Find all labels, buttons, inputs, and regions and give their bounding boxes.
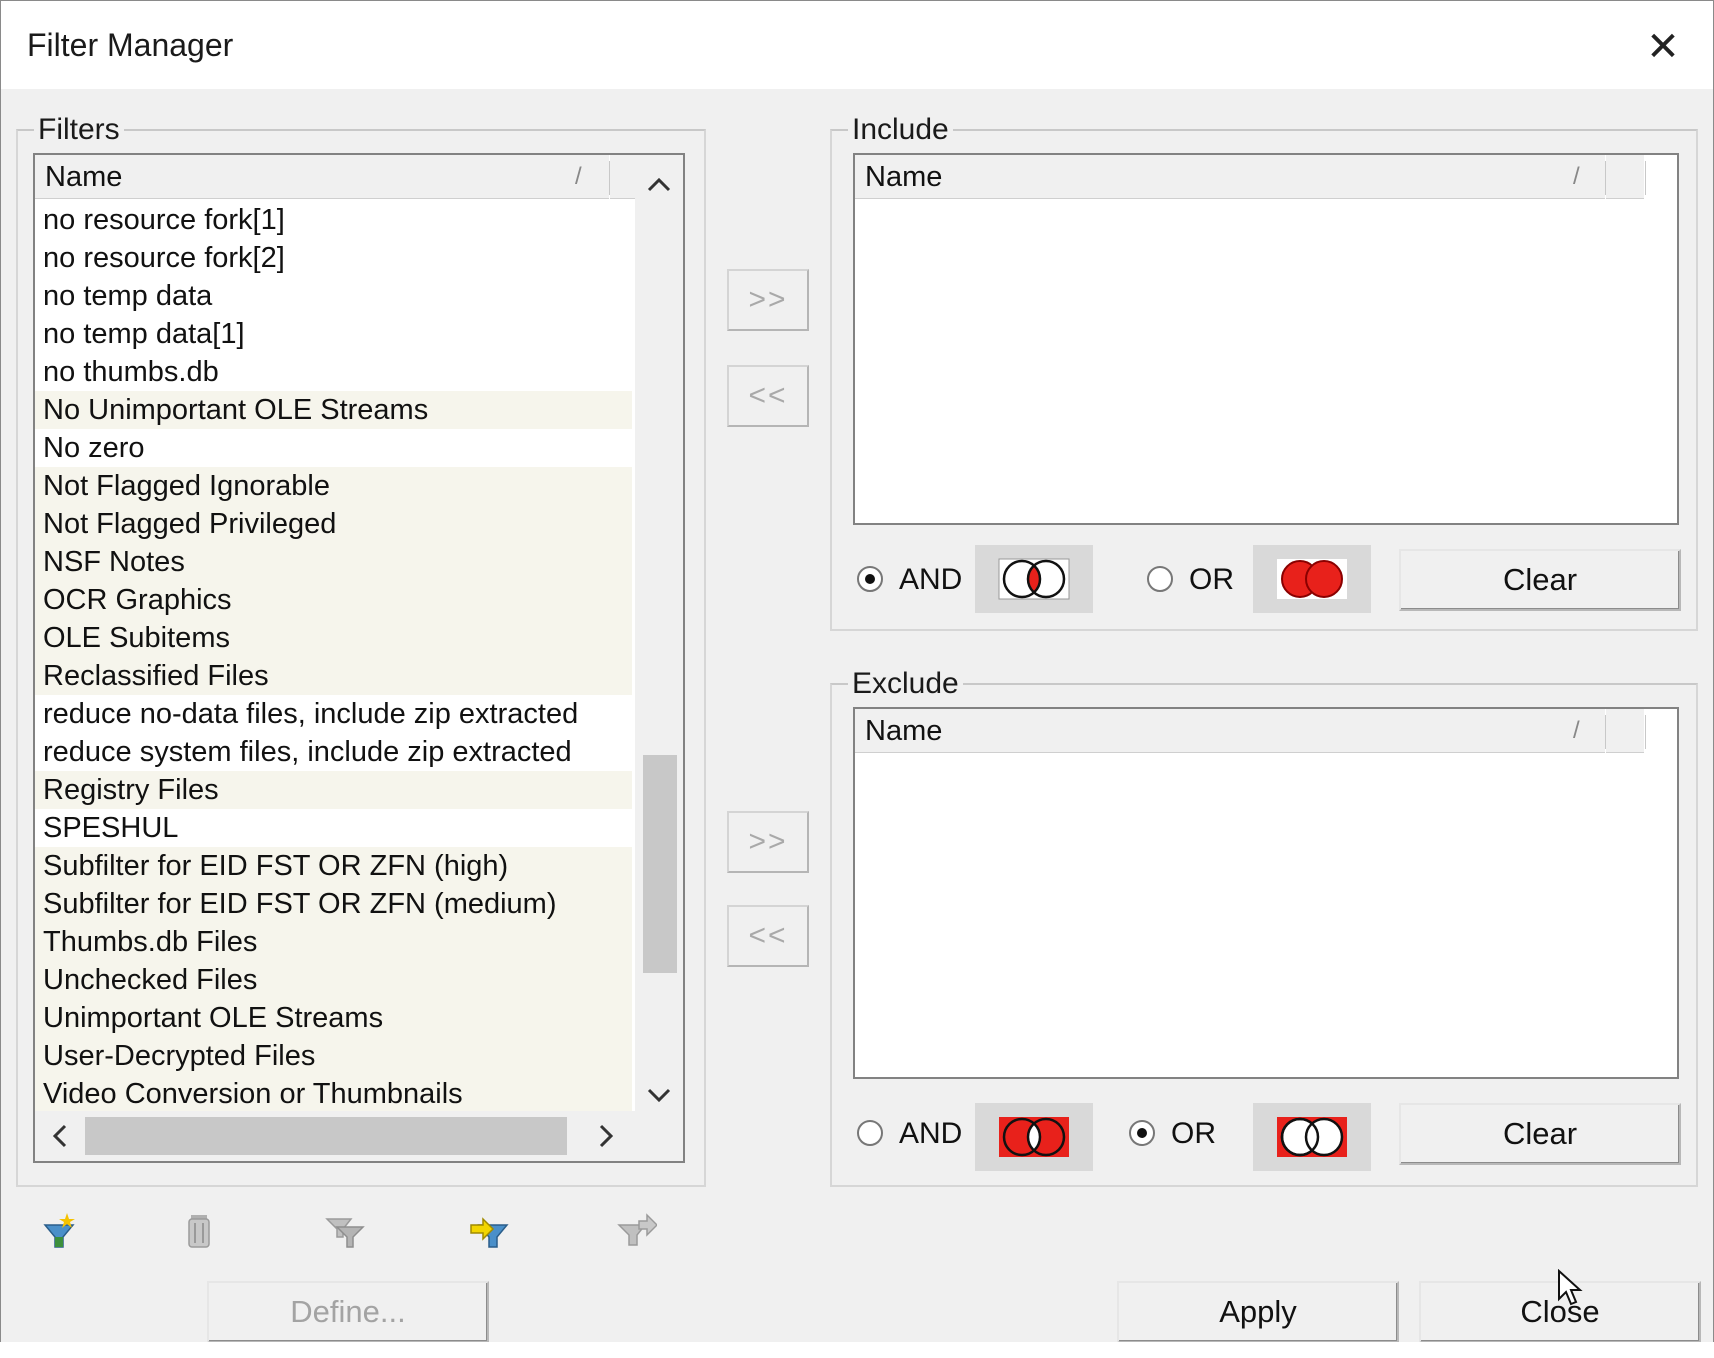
filter-list-item[interactable]: reduce system files, include zip extract… — [35, 733, 632, 771]
exclude-extra-column-header[interactable] — [1606, 709, 1644, 753]
filter-list-item[interactable]: no temp data — [35, 277, 632, 315]
sort-indicator-icon: / — [575, 163, 582, 190]
include-and-label[interactable]: AND — [899, 563, 962, 597]
filter-list-item[interactable]: NSF Notes — [35, 543, 632, 581]
background-window-strip — [0, 1342, 1714, 1358]
exclude-and-radio[interactable] — [857, 1120, 883, 1146]
apply-button[interactable]: Apply — [1117, 1281, 1399, 1343]
include-clear-button[interactable]: Clear — [1399, 549, 1681, 611]
include-and-radio[interactable] — [857, 566, 883, 592]
import-filter-icon[interactable] — [469, 1211, 509, 1251]
filter-list-item[interactable]: Subfilter for EID FST OR ZFN (high) — [35, 847, 632, 885]
filter-list-item[interactable]: reduce no-data files, include zip extrac… — [35, 695, 632, 733]
filters-list[interactable]: Name / no resource fork[1] no resource fo… — [33, 153, 685, 1163]
remove-from-exclude-button[interactable]: << — [727, 905, 809, 967]
filters-name-column-header[interactable]: Name / — [35, 155, 609, 199]
filter-list-item[interactable]: Video Conversion or Thumbnails — [35, 1075, 632, 1113]
filter-list-item[interactable]: no resource fork[1] — [35, 201, 632, 239]
filters-vertical-scrollbar[interactable] — [635, 155, 683, 1111]
new-filter-icon[interactable] — [39, 1211, 79, 1251]
exclude-or-label[interactable]: OR — [1171, 1117, 1216, 1151]
scroll-left-icon[interactable] — [45, 1123, 75, 1156]
exclude-or-radio[interactable] — [1129, 1120, 1155, 1146]
filter-list-item[interactable]: No Unimportant OLE Streams — [35, 391, 632, 429]
exclude-or-venn-icon — [1253, 1103, 1371, 1171]
mouse-cursor-icon — [1557, 1268, 1583, 1312]
filter-list-item[interactable]: No zero — [35, 429, 632, 467]
filters-rows: no resource fork[1] no resource fork[2] no… — [35, 201, 632, 1113]
filters-legend: Filters — [38, 113, 120, 146]
filter-list-item[interactable]: no thumbs.db — [35, 353, 632, 391]
filter-list-item[interactable]: Thumbs.db Files — [35, 923, 632, 961]
remove-from-include-button[interactable]: << — [727, 365, 809, 427]
include-list[interactable]: Name / — [853, 153, 1679, 525]
add-to-exclude-button[interactable]: >> — [727, 811, 809, 873]
filter-list-item[interactable]: SPESHUL — [35, 809, 632, 847]
delete-filter-icon[interactable] — [179, 1211, 219, 1251]
column-separator — [1645, 715, 1646, 749]
exclude-clear-button[interactable]: Clear — [1399, 1103, 1681, 1165]
include-or-radio[interactable] — [1147, 566, 1173, 592]
include-extra-column-header[interactable] — [1606, 155, 1644, 199]
exclude-legend: Exclude — [852, 667, 959, 700]
scroll-right-icon[interactable] — [591, 1123, 621, 1156]
filter-list-item[interactable]: Not Flagged Ignorable — [35, 467, 632, 505]
scroll-up-icon[interactable] — [635, 169, 683, 200]
filter-manager-dialog: Filter Manager ✕ Filters Name / no resou… — [0, 0, 1714, 1358]
include-or-venn-icon — [1253, 545, 1371, 613]
filter-list-item[interactable]: Unimportant OLE Streams — [35, 999, 632, 1037]
include-and-venn-icon — [975, 545, 1093, 613]
scroll-down-icon[interactable] — [635, 1079, 683, 1110]
column-separator — [1645, 161, 1646, 195]
filter-list-item[interactable]: Not Flagged Privileged — [35, 505, 632, 543]
include-legend: Include — [852, 113, 949, 146]
exclude-name-column-header[interactable]: Name / — [855, 709, 1605, 753]
filter-list-item[interactable]: no resource fork[2] — [35, 239, 632, 277]
exclude-and-label[interactable]: AND — [899, 1117, 962, 1151]
exclude-and-venn-icon — [975, 1103, 1093, 1171]
copy-filter-icon[interactable] — [325, 1211, 365, 1251]
sort-indicator-icon: / — [1573, 717, 1580, 744]
add-to-include-button[interactable]: >> — [727, 269, 809, 331]
include-name-column-header[interactable]: Name / — [855, 155, 1605, 199]
filter-list-item[interactable]: no temp data[1] — [35, 315, 632, 353]
close-icon[interactable]: ✕ — [1637, 21, 1689, 73]
column-header-label: Name — [865, 161, 943, 193]
include-or-label[interactable]: OR — [1189, 563, 1234, 597]
title-bar: Filter Manager ✕ — [1, 1, 1713, 89]
filter-list-item[interactable]: OLE Subitems — [35, 619, 632, 657]
filter-list-item[interactable]: User-Decrypted Files — [35, 1037, 632, 1075]
filter-list-item[interactable]: Unchecked Files — [35, 961, 632, 999]
filter-list-item[interactable]: Registry Files — [35, 771, 632, 809]
filters-horizontal-scrollbar[interactable] — [35, 1111, 683, 1161]
filter-list-item[interactable]: Reclassified Files — [35, 657, 632, 695]
exclude-list[interactable]: Name / — [853, 707, 1679, 1079]
vertical-scroll-thumb[interactable] — [643, 755, 677, 973]
filter-list-item[interactable]: Subfilter for EID FST OR ZFN (medium) — [35, 885, 632, 923]
sort-indicator-icon: / — [1573, 163, 1580, 190]
horizontal-scroll-thumb[interactable] — [85, 1117, 567, 1155]
export-filter-icon[interactable] — [617, 1211, 659, 1251]
filter-list-item[interactable]: OCR Graphics — [35, 581, 632, 619]
column-header-label: Name — [865, 715, 943, 747]
column-header-label: Name — [45, 161, 123, 193]
window-title: Filter Manager — [27, 27, 234, 63]
define-button[interactable]: Define... — [207, 1281, 489, 1343]
